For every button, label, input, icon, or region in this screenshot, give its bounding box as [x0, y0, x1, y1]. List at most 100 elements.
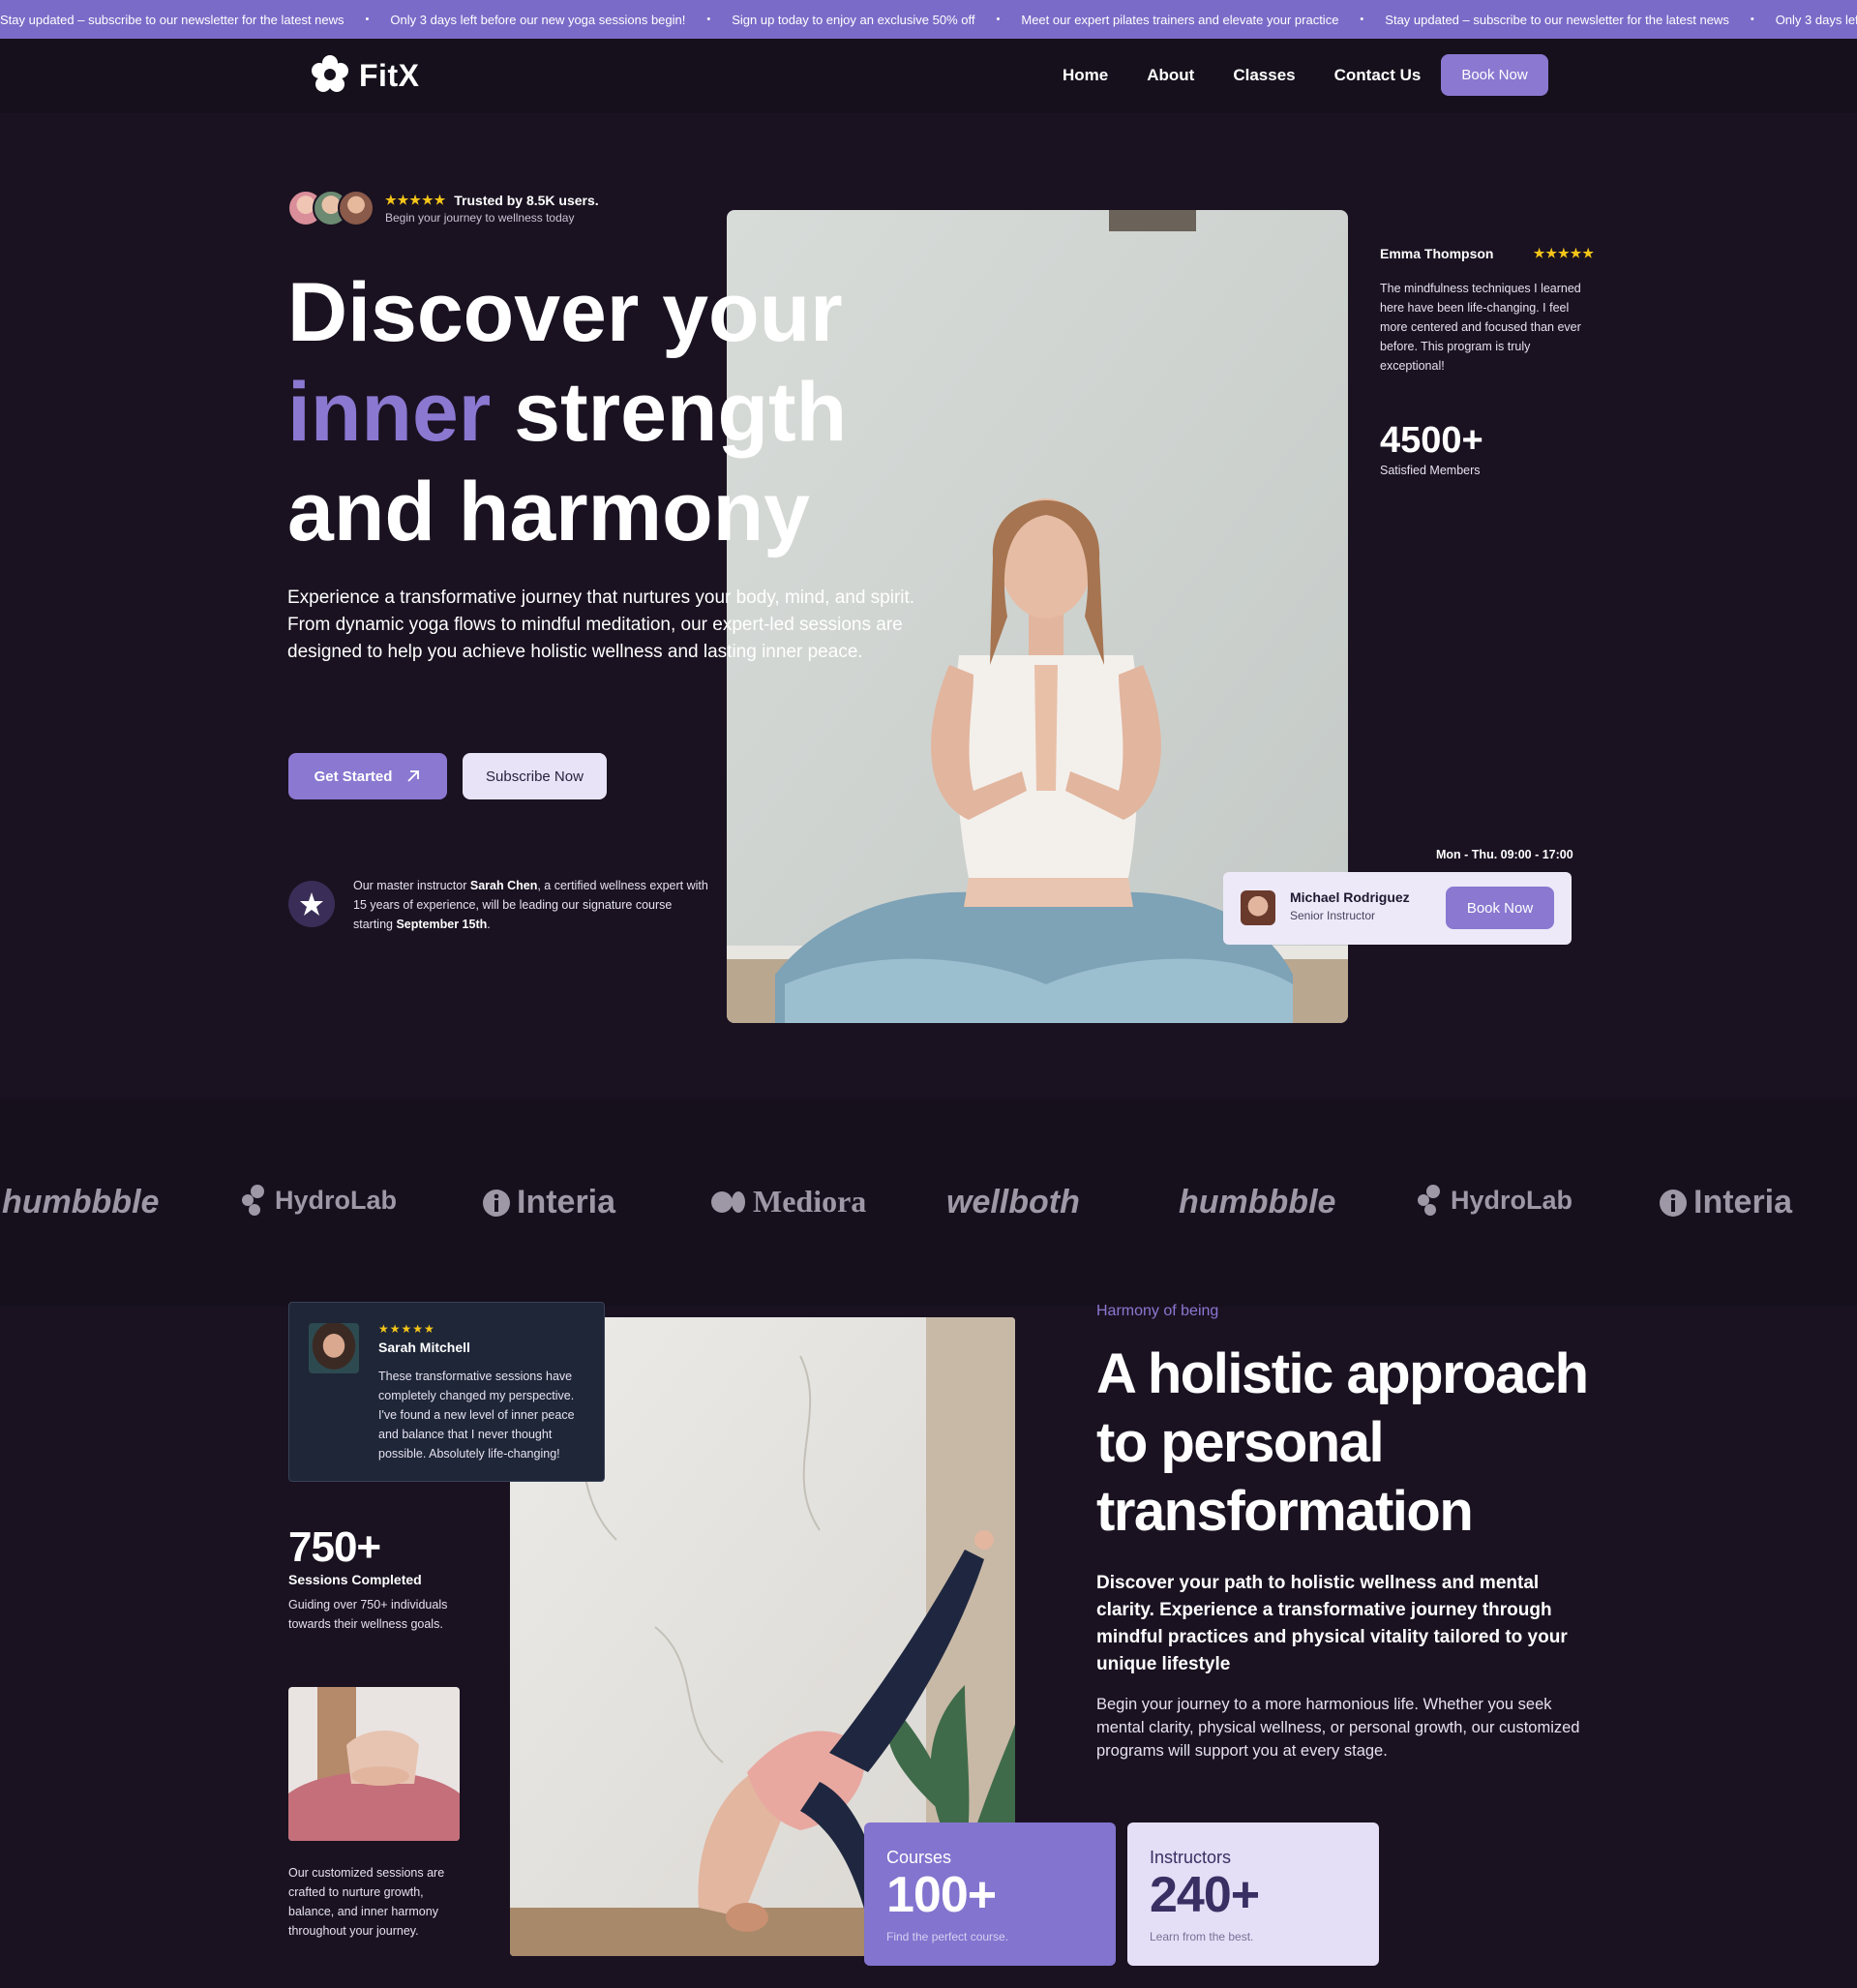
hero-title: Discover your inner strength and harmony	[287, 263, 887, 562]
hero-title-line1: Discover your	[287, 266, 843, 359]
ticker-item: Only 3 days left befo	[1775, 12, 1857, 27]
rating-stars: ★★★★★	[1533, 246, 1595, 260]
members-stat-label: Satisfied Members	[1380, 464, 1481, 477]
schedule-hours: Mon - Thu. 09:00 - 17:00	[1436, 848, 1573, 861]
brand-name: Interia	[517, 1184, 616, 1220]
nav-book-button[interactable]: Book Now	[1441, 54, 1548, 96]
brand-name: Interia	[1693, 1184, 1793, 1220]
subscribe-button[interactable]: Subscribe Now	[463, 753, 607, 799]
sessions-stat: 750+ Sessions Completed Guiding over 750…	[288, 1523, 463, 1634]
members-stat-value: 4500+	[1380, 420, 1483, 461]
ticker-separator: •	[996, 14, 1001, 25]
announcement-ticker: Stay updated – subscribe to our newslett…	[0, 0, 1857, 39]
get-started-button[interactable]: Get Started	[288, 753, 447, 799]
testimonial-text: These transformative sessions have compl…	[378, 1370, 575, 1461]
ticker-item: Sign up today to enjoy an exclusive 50% …	[732, 12, 975, 27]
note-prefix: Our master instructor	[353, 879, 470, 892]
user-avatars	[287, 190, 374, 226]
hero-title-line3: and harmony	[287, 466, 810, 558]
instructor-announcement: Our master instructor Sarah Chen, a cert…	[353, 876, 711, 934]
brand-logo: Interia	[1659, 1184, 1792, 1221]
section-lead: Discover your path to holistic wellness …	[1096, 1573, 1568, 1674]
arrow-up-right-icon	[407, 770, 420, 782]
sessions-stat-value: 750+	[288, 1523, 381, 1571]
metric-sub: Learn from the best.	[1150, 1930, 1254, 1943]
hydrolab-icon	[1418, 1185, 1440, 1216]
note-date: September 15th	[396, 918, 488, 931]
brand-logo: HydroLab	[1416, 1184, 1572, 1217]
metric-value: 100+	[886, 1867, 997, 1923]
section-eyebrow: Harmony of being	[1096, 1303, 1219, 1319]
logo[interactable]: FitX	[309, 53, 419, 98]
ticker-item: Meet our expert pilates trainers and ele…	[1021, 12, 1339, 27]
testimonial-name: Sarah Mitchell	[378, 1340, 470, 1355]
trusted-subtext: Begin your journey to wellness today	[385, 211, 575, 225]
ticker-separator: •	[1750, 14, 1754, 25]
star-badge-icon	[288, 881, 335, 927]
nav-link-home[interactable]: Home	[1063, 66, 1108, 85]
brand-name: HydroLab	[1451, 1185, 1573, 1215]
nav-link-about[interactable]: About	[1147, 66, 1194, 85]
hero-description: Experience a transformative journey that…	[287, 587, 915, 662]
avatar	[1241, 890, 1275, 925]
ticker-item: Stay updated – subscribe to our newslett…	[1385, 12, 1729, 27]
sessions-stat-desc: Guiding over 750+ individuals towards th…	[288, 1598, 448, 1631]
members-stat: 4500+ Satisfied Members	[1380, 420, 1483, 477]
get-started-label: Get Started	[314, 768, 393, 785]
ticker-separator: •	[1360, 14, 1364, 25]
sessions-stat-label: Sessions Completed	[288, 1572, 422, 1587]
trusted-text: Trusted by 8.5K users.	[454, 193, 599, 208]
review-text: The mindfulness techniques I learned her…	[1380, 282, 1581, 373]
instructors-metric-card[interactable]: Instructors 240+ Learn from the best.	[1127, 1822, 1379, 1966]
meditation-photo	[288, 1687, 460, 1841]
brand-name: humbbble	[2, 1184, 160, 1220]
flower-logo-icon	[312, 55, 348, 92]
info-circle-icon	[1660, 1189, 1687, 1217]
hero-title-accent: inner	[287, 366, 492, 459]
trust-badge: ★★★★★ Trusted by 8.5K users. Begin your …	[385, 193, 599, 225]
avatar	[338, 190, 374, 226]
brand-logo: HydroLab	[240, 1184, 397, 1217]
rating-stars: ★★★★★	[378, 1322, 435, 1336]
brand-logo: humbbble	[2, 1184, 159, 1221]
nav-links: Home About Classes Contact Us	[1063, 66, 1421, 85]
note-instructor-name: Sarah Chen	[469, 879, 538, 892]
instructor-book-button[interactable]: Book Now	[1446, 887, 1554, 929]
top-navigation: FitX Home About Classes Contact Us Book …	[0, 39, 1857, 113]
brand-logo: Mediora	[710, 1184, 866, 1220]
brand-logo: Interia	[482, 1184, 615, 1221]
sessions-caption: Our customized sessions are crafted to n…	[288, 1866, 445, 1938]
section-body: Begin your journey to a more harmonious …	[1096, 1696, 1580, 1760]
hero-title-line2: strength	[491, 366, 848, 459]
logo-text: FitX	[359, 57, 420, 93]
metric-label: Instructors	[1150, 1848, 1232, 1867]
brand-name: humbbble	[1179, 1184, 1336, 1220]
note-suffix: .	[487, 918, 491, 931]
brand-name: Mediora	[753, 1184, 867, 1219]
instructor-role: Senior Instructor	[1290, 909, 1376, 922]
metric-label: Courses	[886, 1848, 952, 1867]
metric-sub: Find the perfect course.	[886, 1930, 1009, 1943]
instructor-name: Michael Rodriguez	[1290, 889, 1410, 905]
reviewer-name: Emma Thompson	[1380, 246, 1494, 261]
testimonial-emma: Emma Thompson ★★★★★ The mindfulness tech…	[1380, 246, 1595, 376]
sparkle-star-icon	[300, 892, 323, 916]
nav-link-contact[interactable]: Contact Us	[1334, 66, 1422, 85]
hydrolab-icon	[242, 1185, 264, 1216]
info-circle-icon	[483, 1189, 510, 1217]
rating-stars: ★★★★★	[385, 193, 447, 207]
ticker-separator: •	[706, 14, 711, 25]
nav-link-classes[interactable]: Classes	[1233, 66, 1295, 85]
metric-value: 240+	[1150, 1867, 1260, 1923]
mediora-icon	[711, 1190, 745, 1213]
brand-logo: wellboth	[946, 1184, 1080, 1221]
ticker-separator: •	[365, 14, 370, 25]
brand-name: HydroLab	[275, 1185, 398, 1215]
testimonial-card: ★★★★★ Sarah Mitchell These transformativ…	[288, 1302, 605, 1482]
instructor-card: Michael Rodriguez Senior Instructor Book…	[1223, 872, 1572, 945]
brand-logo: humbbble	[1179, 1184, 1335, 1221]
courses-metric-card[interactable]: Courses 100+ Find the perfect course.	[864, 1822, 1116, 1966]
brand-name: wellboth	[946, 1184, 1080, 1220]
ticker-item: Stay updated – subscribe to our newslett…	[0, 12, 344, 27]
ticker-item: Only 3 days left before our new yoga ses…	[390, 12, 686, 27]
